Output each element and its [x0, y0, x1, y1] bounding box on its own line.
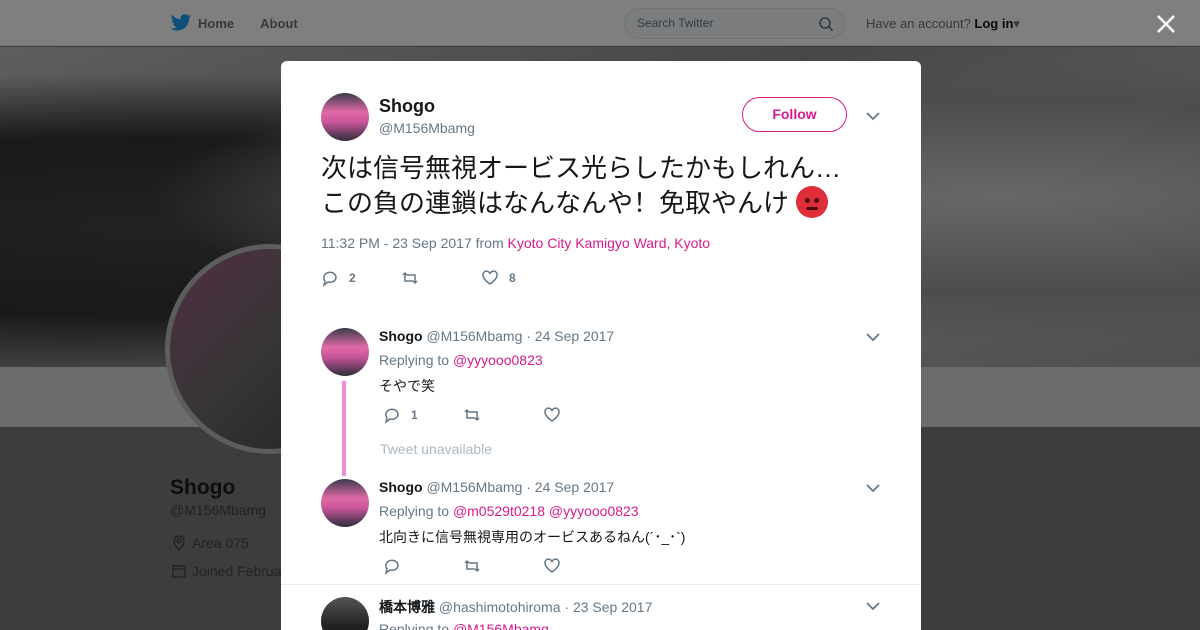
replying-to: Replying to @m0529t0218 @yyyooo0823: [379, 503, 639, 519]
close-icon[interactable]: [1154, 12, 1178, 36]
tweet-actions: 2 8: [321, 269, 561, 287]
replying-to: Replying to @M156Mbamg: [379, 621, 549, 630]
reply-text: そやで笑: [379, 378, 435, 394]
replying-to-label: Replying to: [379, 352, 450, 368]
angry-face-icon: [796, 186, 829, 218]
tweet-text-line2-wrap: この負の連鎖はなんなんや！免取やんけ: [321, 186, 881, 221]
reply-actions: [383, 557, 561, 575]
avatar[interactable]: [321, 93, 369, 141]
reply-button[interactable]: 1: [383, 406, 463, 424]
reply-header: 橋本博雅 @hashimotohiroma · 23 Sep 2017: [379, 597, 652, 617]
replying-to-link[interactable]: @yyyooo0823: [453, 352, 543, 368]
chevron-down-icon[interactable]: [866, 111, 880, 121]
tweet-text: 次は信号無視オービス光らしたかもしれん… この負の連鎖はなんなんや！免取やんけ: [321, 151, 881, 221]
tweet-meta: 11:32 PM - 23 Sep 2017 from Kyoto City K…: [321, 235, 710, 251]
replying-to-link[interactable]: @M156Mbamg: [453, 621, 549, 630]
divider: [281, 584, 921, 585]
chevron-down-icon[interactable]: [866, 332, 880, 342]
reply-text: 北向きに信号無視専用のオービスあるねん(´･_･`): [379, 529, 686, 545]
heart-icon: [544, 558, 560, 573]
replying-to-label: Replying to: [379, 621, 450, 630]
reply-author-handle[interactable]: @hashimotohiroma: [439, 599, 561, 615]
like-count: 8: [509, 271, 516, 285]
reply-actions: 1: [383, 406, 561, 424]
avatar[interactable]: [321, 479, 369, 527]
retweet-button[interactable]: [401, 269, 481, 287]
tweet-location-link[interactable]: Kyoto City Kamigyo Ward, Kyoto: [508, 235, 711, 251]
reply-count: 2: [349, 271, 356, 285]
thread-connector: [342, 381, 346, 476]
tweet-author-handle[interactable]: @M156Mbamg: [379, 120, 475, 136]
reply-author-name[interactable]: Shogo: [379, 479, 423, 495]
reply-header: Shogo @M156Mbamg · 24 Sep 2017: [379, 479, 614, 495]
reply-header: Shogo @M156Mbamg · 24 Sep 2017: [379, 328, 614, 344]
reply-count: 1: [411, 408, 418, 422]
reply-date[interactable]: · 24 Sep 2017: [526, 479, 614, 495]
chevron-down-icon[interactable]: [866, 601, 880, 611]
follow-button[interactable]: Follow: [742, 97, 847, 132]
tweet-author-name[interactable]: Shogo: [379, 96, 435, 117]
tweet-text-line1: 次は信号無視オービス光らしたかもしれん…: [321, 153, 842, 183]
reply-author-name[interactable]: 橋本博雅: [379, 599, 435, 615]
reply-author-handle[interactable]: @M156Mbamg: [426, 328, 522, 344]
like-button[interactable]: 8: [481, 269, 561, 287]
chevron-down-icon[interactable]: [866, 483, 880, 493]
reply-icon: [384, 408, 399, 424]
like-button[interactable]: [543, 406, 561, 424]
reply-date[interactable]: · 23 Sep 2017: [564, 599, 652, 615]
reply-author-name[interactable]: Shogo: [379, 328, 423, 344]
replying-to-label: Replying to: [379, 503, 450, 519]
avatar[interactable]: [321, 328, 369, 376]
avatar[interactable]: [321, 597, 369, 630]
retweet-icon: [464, 408, 480, 422]
retweet-icon: [402, 271, 418, 285]
reply-date[interactable]: · 24 Sep 2017: [526, 328, 614, 344]
heart-icon: [544, 407, 560, 422]
retweet-button[interactable]: [463, 557, 543, 575]
reply-author-handle[interactable]: @M156Mbamg: [426, 479, 522, 495]
replying-to: Replying to @yyyooo0823: [379, 352, 543, 368]
retweet-icon: [464, 559, 480, 573]
reply-icon: [322, 271, 337, 287]
reply-button[interactable]: 2: [321, 269, 401, 287]
reply-icon: [384, 559, 399, 575]
tweet-text-line2: この負の連鎖はなんなんや！免取やんけ: [321, 188, 790, 218]
replying-to-link[interactable]: @m0529t0218 @yyyooo0823: [453, 503, 639, 519]
heart-icon: [482, 270, 498, 285]
tweet-timestamp[interactable]: 11:32 PM - 23 Sep 2017 from: [321, 235, 504, 251]
like-button[interactable]: [543, 557, 561, 575]
tweet-modal: Shogo @M156Mbamg Follow 次は信号無視オービス光らしたかも…: [281, 61, 921, 630]
retweet-button[interactable]: [463, 406, 543, 424]
reply-button[interactable]: [383, 557, 463, 575]
tweet-unavailable: Tweet unavailable: [380, 441, 493, 457]
